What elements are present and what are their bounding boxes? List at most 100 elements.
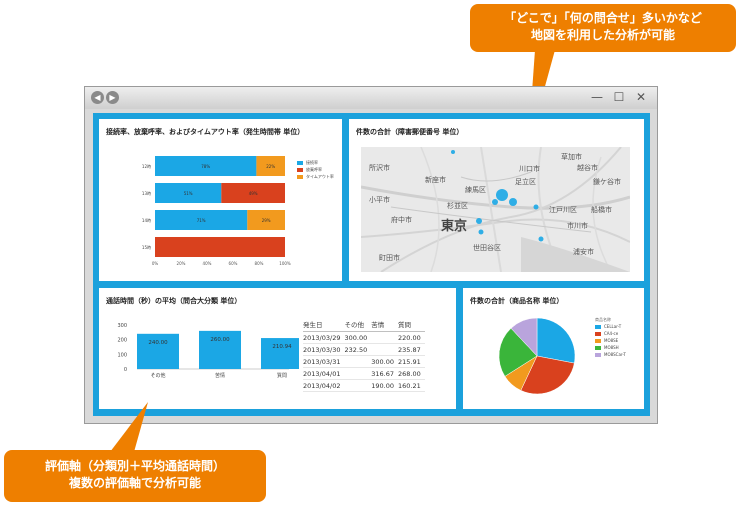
table-cell: 268.00	[398, 367, 425, 380]
segment-label: 22%	[266, 164, 275, 169]
map-marker	[509, 198, 517, 206]
legend-item: CELLar-T	[595, 323, 626, 330]
table-header[interactable]: 質問	[398, 318, 425, 332]
row-label: 14時	[142, 217, 151, 223]
legend-label: タイムアウト率	[306, 173, 334, 179]
bottom-callout-line1: 評価軸（分類別＋平均通話時間）	[44, 459, 225, 473]
bar-value-label: 260.00	[210, 337, 230, 343]
legend-swatch	[595, 345, 601, 350]
segment-label: 78%	[201, 164, 210, 169]
table-cell: 2013/03/30	[303, 343, 345, 356]
legend-swatch	[595, 338, 601, 343]
pie-panel: 件数の合計（商品名称 単位） 商品名称 CELLar-T CA4-ce MO8S…	[463, 288, 644, 409]
table-header[interactable]: その他	[344, 318, 372, 332]
x-tick-label: 60%	[229, 261, 238, 266]
table-cell: 232.50	[344, 343, 372, 356]
bar-segment	[155, 237, 285, 257]
table-cell: 2013/04/01	[303, 367, 345, 380]
legend-swatch	[297, 167, 303, 172]
forward-arrow-icon[interactable]: ▶	[106, 91, 119, 104]
top-callout-line2: 地図を利用した分析が可能	[530, 28, 675, 42]
table-header[interactable]: 発生日	[303, 318, 345, 332]
table-cell	[371, 331, 398, 344]
stacked-bar-panel: 接続率、放棄呼率、およびタイムアウト率（発生時間帯 単位） 12時 78% 22% 1…	[99, 119, 342, 281]
app-window: ◀ ▶ — ☐ ✕ 接続率、放棄呼率、およびタイムアウト率（発生時間帯 単位） …	[84, 86, 658, 424]
legend-swatch	[595, 324, 601, 329]
y-tick-label: 200	[117, 338, 127, 344]
segment-label: 71%	[197, 218, 206, 223]
map-marker	[476, 218, 482, 224]
legend-swatch	[595, 331, 601, 336]
legend-label: CA4-ce	[604, 331, 619, 336]
table-cell	[344, 355, 372, 368]
table-cell: 235.87	[398, 343, 425, 356]
map-view[interactable]: 所沢市 川口市 草加市 越谷市 鎌ケ谷市 新座市 足立区 小平市 江戸川区 船橋…	[361, 147, 630, 272]
legend-item: MO8SE	[595, 337, 626, 344]
table-cell: 215.91	[398, 355, 425, 368]
map-marker	[538, 236, 544, 242]
legend-item: MO8SCar-T	[595, 351, 626, 358]
pie-legend: 商品名称 CELLar-T CA4-ce MO8SE MO8SH MO8SCar…	[595, 316, 626, 358]
stacked-bar-chart[interactable]: 12時 78% 22% 13時 51% 49% 14時 71% 29% 15時 0% 20% 40% 60…	[99, 119, 342, 281]
map-marker	[492, 199, 498, 205]
legend-item: CA4-ce	[595, 330, 626, 337]
legend-item: タイムアウト率	[297, 173, 334, 180]
bar-value-label: 210.94	[272, 344, 292, 350]
x-tick-label: 0%	[152, 261, 159, 266]
table-cell: 316.67	[371, 367, 398, 380]
map-marker	[451, 150, 455, 154]
close-icon[interactable]: ✕	[633, 89, 649, 105]
bar	[261, 338, 299, 369]
y-tick-label: 300	[117, 323, 127, 329]
panel-title: 件数の合計（障害郵便番号 単位）	[356, 128, 464, 136]
x-tick-label: その他	[150, 372, 165, 379]
legend-title: 商品名称	[595, 316, 611, 322]
maximize-icon[interactable]: ☐	[611, 89, 627, 105]
legend-label: 放棄呼率	[306, 166, 322, 172]
table-row[interactable]: 2013/04/02 190.00 160.21	[303, 379, 425, 392]
table-header[interactable]: 苦情	[371, 318, 398, 332]
bottom-callout-line2: 複数の評価軸で分析可能	[68, 476, 201, 490]
legend-item: 接続率	[297, 159, 334, 166]
map-markers	[451, 150, 544, 242]
x-tick-label: 20%	[177, 261, 186, 266]
table-cell: 2013/04/02	[303, 379, 345, 392]
map-marker	[533, 204, 539, 210]
x-tick-label: 100%	[279, 261, 291, 266]
bar-table-panel: 通話時間（秒）の平均（問合大分類 単位） 300 200 100 0 240.00 その他…	[99, 288, 456, 409]
legend-item: MO8SH	[595, 344, 626, 351]
table-row[interactable]: 2013/03/29 300.00 220.00	[303, 331, 425, 344]
table-row[interactable]: 2013/03/30 232.50 235.87	[303, 343, 425, 356]
minimize-icon[interactable]: —	[589, 89, 605, 105]
y-tick-label: 0	[124, 367, 127, 373]
stacked-legend: 接続率 放棄呼率 タイムアウト率	[297, 159, 334, 180]
table-cell: 220.00	[398, 331, 425, 344]
table-header-row: 発生日 その他 苦情 質問	[303, 318, 425, 332]
top-callout-line1: 「どこで」「何の問合せ」多いかなど	[504, 11, 702, 25]
legend-label: MO8SCar-T	[604, 352, 626, 357]
table-cell	[371, 343, 398, 356]
table-row[interactable]: 2013/04/01 316.67 268.00	[303, 367, 425, 380]
y-tick-label: 100	[117, 352, 127, 358]
legend-swatch	[595, 352, 601, 357]
pie-chart[interactable]	[463, 288, 583, 409]
back-arrow-icon[interactable]: ◀	[91, 91, 104, 104]
bar-value-label: 240.00	[148, 340, 168, 346]
map-marker	[478, 229, 484, 235]
legend-item: 放棄呼率	[297, 166, 334, 173]
bottom-callout: 評価軸（分類別＋平均通話時間） 複数の評価軸で分析可能	[4, 450, 266, 502]
table-cell: 160.21	[398, 379, 425, 392]
segment-label: 29%	[262, 218, 271, 223]
segment-label: 49%	[249, 191, 258, 196]
x-tick-label: 質問	[277, 372, 287, 379]
legend-label: CELLar-T	[604, 324, 622, 329]
data-table: 発生日 その他 苦情 質問 2013/03/29 300.00 220.00 201…	[303, 318, 425, 392]
table-cell	[344, 367, 372, 380]
x-tick-label: 40%	[203, 261, 212, 266]
average-bar-chart[interactable]: 300 200 100 0 240.00 その他 260.00 苦情 210.94 質問	[99, 288, 299, 409]
table-cell	[344, 379, 372, 392]
map-marker	[496, 189, 508, 201]
legend-swatch	[297, 174, 303, 179]
pie-slice	[536, 317, 576, 364]
table-row[interactable]: 2013/03/31 300.00 215.91	[303, 355, 425, 368]
